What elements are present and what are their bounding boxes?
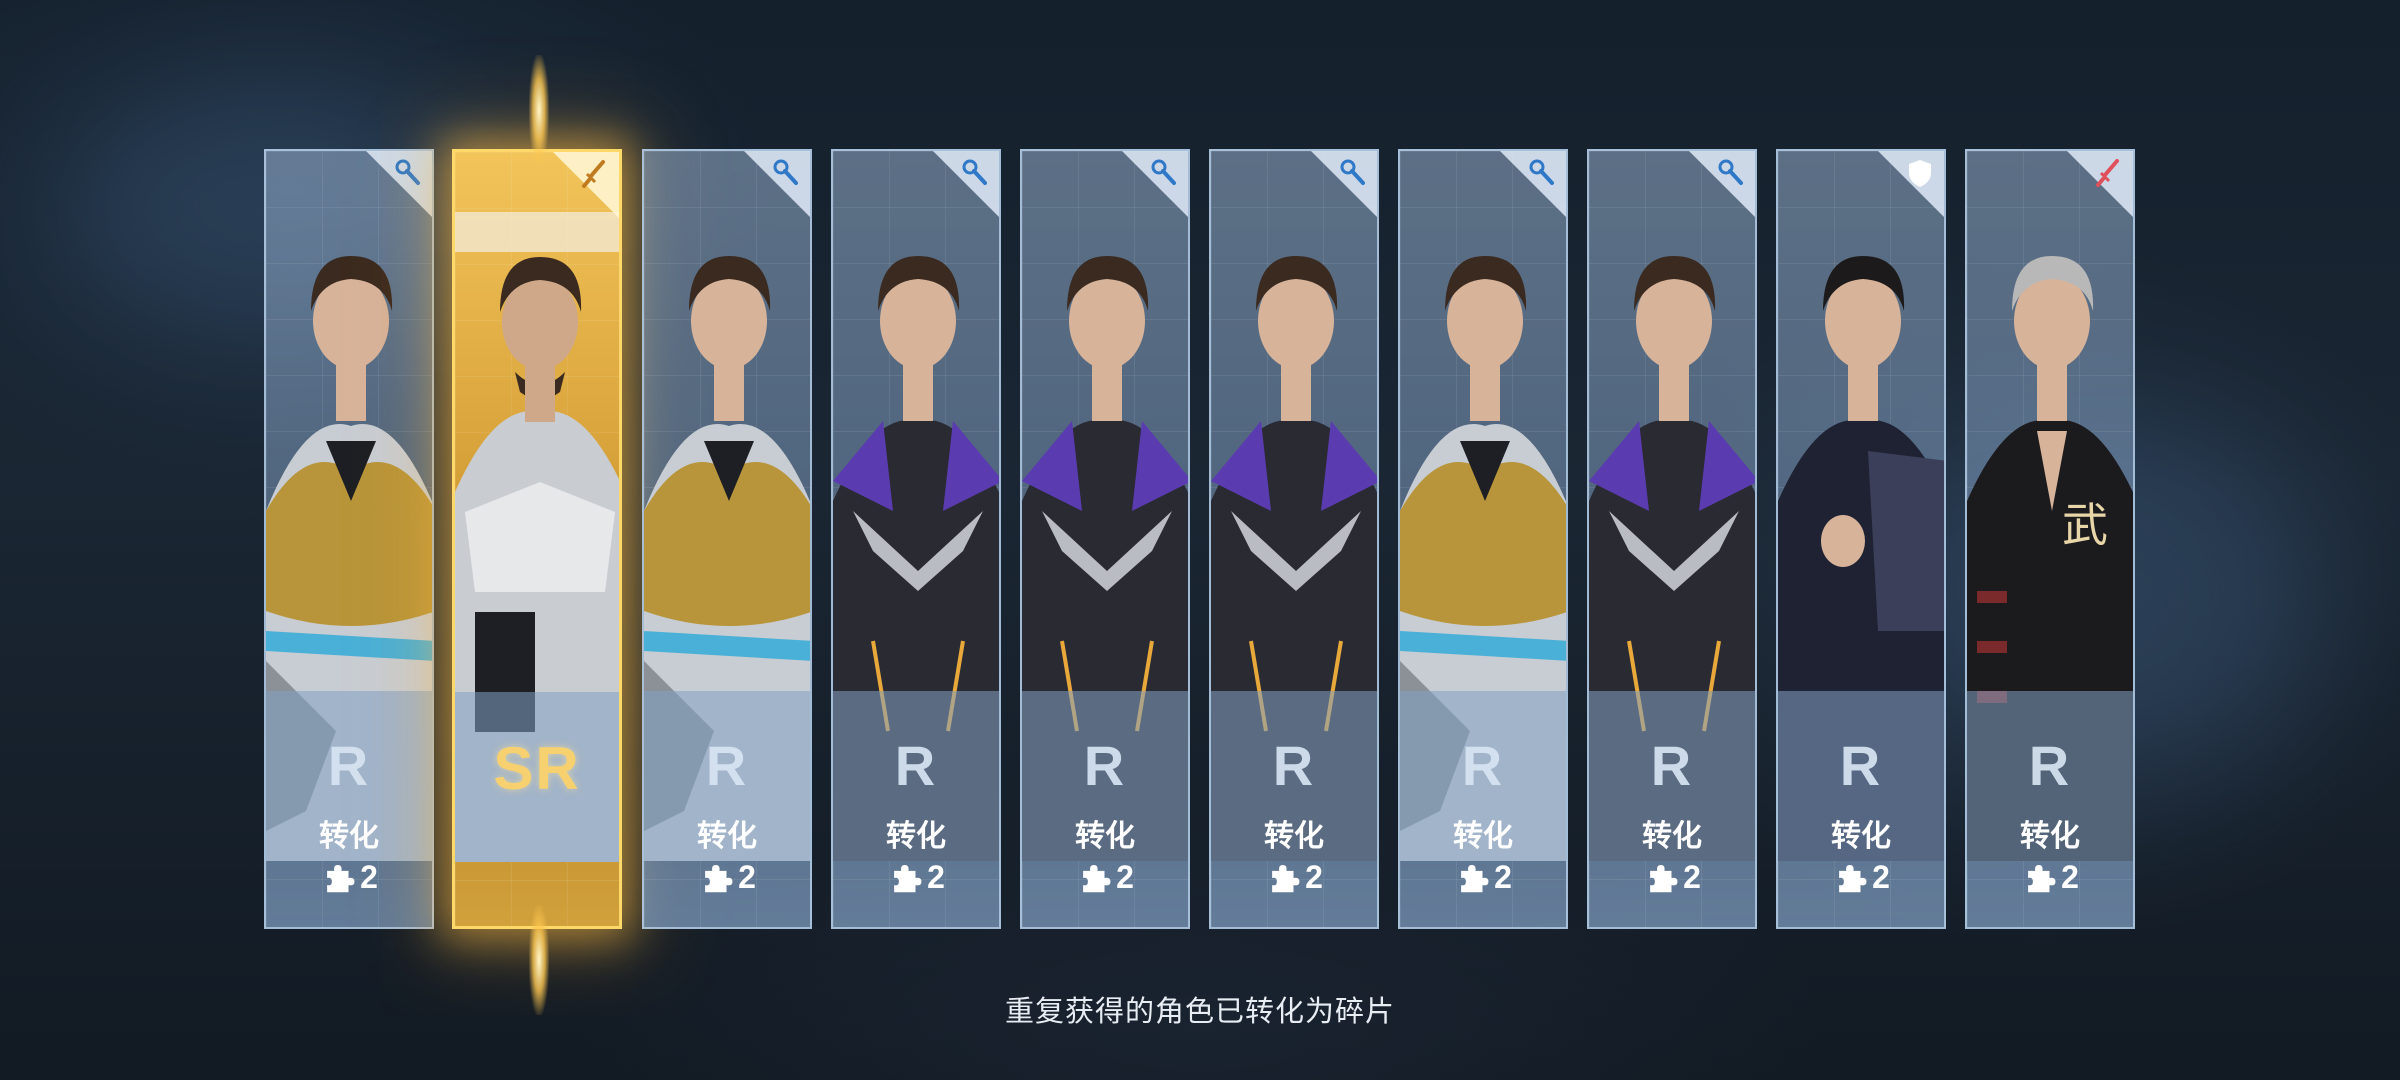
fragment-count-value: 2 — [1494, 859, 1512, 896]
character-card-r[interactable]: R 转化 2 — [264, 149, 434, 929]
character-card-r[interactable]: R 转化 2 — [1587, 149, 1757, 929]
fragment-count-value: 2 — [1116, 859, 1134, 896]
wrench-icon — [1340, 159, 1365, 185]
wrench-icon — [1529, 159, 1554, 185]
fragment-count-value: 2 — [1872, 859, 1890, 896]
fragment-count: 2 — [266, 857, 432, 897]
character-card-sr[interactable]: SR — [452, 149, 622, 929]
fragment-count: 2 — [644, 857, 810, 897]
puzzle-piece-icon — [705, 864, 733, 892]
rarity-label: R — [1461, 734, 1505, 797]
convert-label: 转化 — [1831, 819, 1891, 854]
fragment-count-value: 2 — [2061, 859, 2079, 896]
character-card-r[interactable]: R 转化 2 — [1776, 149, 1946, 929]
fragment-count: 2 — [1022, 857, 1188, 897]
puzzle-piece-icon — [1083, 864, 1111, 892]
character-card-r[interactable]: R 转化 2 — [1209, 149, 1379, 929]
puzzle-piece-icon — [1839, 864, 1867, 892]
rarity-label: SR — [493, 735, 581, 802]
rarity-label: R — [894, 734, 938, 797]
shield-icon — [1909, 160, 1931, 187]
puzzle-piece-icon — [894, 864, 922, 892]
conversion-caption: 重复获得的角色已转化为碎片 — [1004, 994, 1395, 1028]
fragment-count: 2 — [833, 857, 999, 897]
convert-label: 转化 — [1075, 819, 1135, 854]
puzzle-piece-icon — [1272, 864, 1300, 892]
convert-label: 转化 — [1264, 819, 1324, 854]
rarity-label: R — [1650, 734, 1694, 797]
convert-label: 转化 — [1453, 819, 1513, 854]
rarity-label: R — [705, 734, 749, 797]
character-card-r[interactable]: R 转化 2 — [1020, 149, 1190, 929]
rarity-label: R — [1083, 734, 1127, 797]
rarity-label: R — [1272, 734, 1316, 797]
convert-label: 转化 — [697, 819, 757, 854]
convert-label: 转化 — [2020, 819, 2080, 854]
convert-label: 转化 — [319, 819, 379, 854]
fragment-count: 2 — [1211, 857, 1377, 897]
fragment-count-value: 2 — [927, 859, 945, 896]
puzzle-piece-icon — [327, 864, 355, 892]
wrench-icon — [1151, 159, 1176, 185]
fragment-count-value: 2 — [1305, 859, 1323, 896]
card-row: R 转化 2 SR R 转化 2 R 转化 2 R 转化 2 R 转化 2 R … — [0, 0, 2400, 1080]
fragment-count: 2 — [1967, 857, 2133, 897]
fragment-count: 2 — [1400, 857, 1566, 897]
sword-icon — [582, 160, 605, 188]
wrench-icon — [773, 159, 798, 185]
puzzle-piece-icon — [1461, 864, 1489, 892]
character-card-r[interactable]: R 转化 2 — [831, 149, 1001, 929]
fragment-count-value: 2 — [1683, 859, 1701, 896]
convert-label: 转化 — [1642, 819, 1702, 854]
fragment-count: 2 — [1778, 857, 1944, 897]
sword-icon — [2096, 159, 2119, 187]
fragment-count-value: 2 — [738, 859, 756, 896]
wrench-icon — [1718, 159, 1743, 185]
wrench-icon — [395, 159, 420, 185]
rarity-label: R — [1839, 734, 1883, 797]
character-card-r[interactable]: 武 R 转化 2 — [1965, 149, 2135, 929]
character-card-r[interactable]: R 转化 2 — [1398, 149, 1568, 929]
fragment-count: 2 — [1589, 857, 1755, 897]
puzzle-piece-icon — [2028, 864, 2056, 892]
puzzle-piece-icon — [1650, 864, 1678, 892]
rarity-label: R — [2028, 734, 2072, 797]
convert-label: 转化 — [886, 819, 946, 854]
wrench-icon — [962, 159, 987, 185]
fragment-count-value: 2 — [360, 859, 378, 896]
svg-text:武: 武 — [2062, 498, 2108, 552]
rarity-label: R — [327, 734, 371, 797]
character-card-r[interactable]: R 转化 2 — [642, 149, 812, 929]
